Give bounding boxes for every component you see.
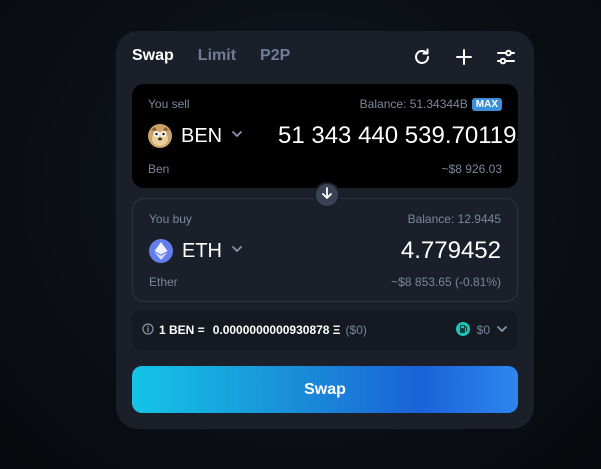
tab-p2p[interactable]: P2P	[260, 47, 290, 65]
eth-token-icon	[149, 239, 173, 263]
gas-pump-icon	[455, 321, 471, 340]
switch-direction-button[interactable]	[314, 182, 340, 208]
sell-token-selector[interactable]: BEN	[148, 124, 243, 148]
swap-tabs: Swap Limit P2P	[132, 47, 290, 65]
sell-panel: You sell Balance: 51.34344B MAX BEN 51 3…	[132, 84, 518, 188]
rate-prefix: 1 BEN =	[159, 323, 205, 337]
plus-icon[interactable]	[452, 45, 476, 69]
buy-amount-output[interactable]: 4.779452	[401, 237, 501, 265]
max-button[interactable]: MAX	[471, 97, 502, 111]
buy-balance: Balance: 12.9445	[407, 212, 501, 226]
sell-token-symbol: BEN	[181, 124, 223, 147]
sell-label: You sell	[148, 97, 190, 111]
sell-amount-input[interactable]: 51 343 440 539.701195	[278, 122, 518, 150]
rate-usd: ($0)	[345, 323, 367, 337]
chevron-down-icon	[231, 242, 243, 260]
toolbar	[410, 45, 518, 69]
ben-token-icon	[148, 124, 172, 148]
arrow-down-icon	[321, 186, 333, 204]
sell-balance-text: Balance: 51.34344B	[359, 97, 468, 111]
buy-label: You buy	[149, 212, 192, 226]
chevron-down-icon	[231, 127, 243, 145]
buy-token-selector[interactable]: ETH	[149, 239, 243, 263]
rate-bar[interactable]: 1 BEN = 0.0000000000930878 Ξ ($0) $0	[132, 310, 518, 350]
swap-card: Swap Limit P2P You sell Balance: 51.3434…	[116, 31, 534, 429]
refresh-icon[interactable]	[410, 45, 434, 69]
tab-limit[interactable]: Limit	[198, 47, 236, 65]
gas-cost: $0	[476, 323, 490, 337]
buy-panel: You buy Balance: 12.9445 ETH 4.779452 Et…	[132, 198, 518, 302]
sell-usd-value: ~$8 926.03	[441, 162, 502, 176]
buy-token-symbol: ETH	[182, 239, 222, 262]
info-icon	[142, 322, 154, 338]
price-impact: (-0.81%)	[454, 275, 501, 289]
buy-token-name: Ether	[149, 275, 178, 289]
rate-value: 0.0000000000930878 Ξ	[212, 323, 341, 337]
sell-token-name: Ben	[148, 162, 170, 176]
gas-details-toggle[interactable]: $0	[455, 321, 508, 340]
sell-balance: Balance: 51.34344B MAX	[360, 97, 502, 111]
tab-swap[interactable]: Swap	[132, 47, 174, 65]
buy-usd-value: ~$8 853.65	[391, 275, 452, 289]
buy-usd-value-group: ~$8 853.65 (-0.81%)	[391, 275, 501, 289]
swap-button[interactable]: Swap	[132, 366, 518, 413]
chevron-down-icon	[496, 323, 508, 338]
settings-sliders-icon[interactable]	[494, 45, 518, 69]
